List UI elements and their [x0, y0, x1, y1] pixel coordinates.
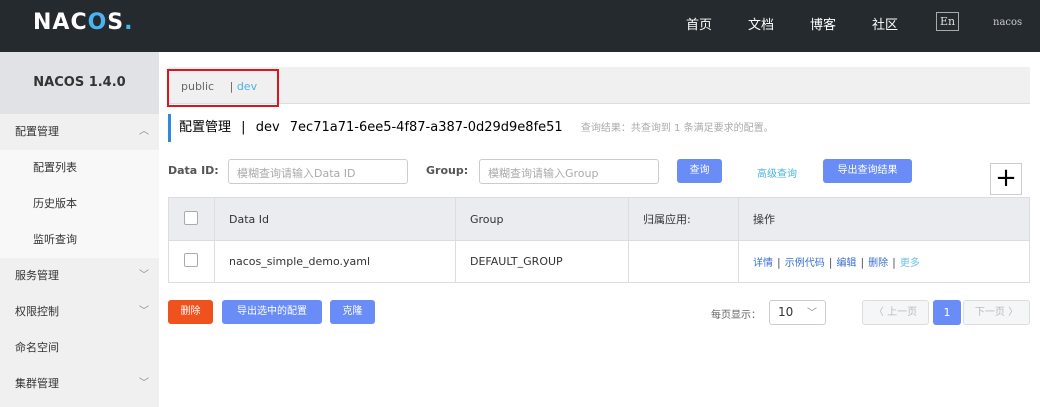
chevron-down-icon: ﹀: [139, 270, 149, 281]
sidebar-item-label: 集群管理: [15, 377, 59, 390]
sidebar-item-listener-query[interactable]: 监听查询: [0, 222, 159, 258]
sidebar-item-label: 配置管理: [15, 125, 59, 138]
highlight-box: [167, 69, 279, 107]
header-data-id: Data Id: [214, 197, 456, 241]
language-toggle[interactable]: En: [936, 12, 960, 31]
sidebar-item-service-management[interactable]: 服务管理 ﹀: [0, 258, 159, 294]
chevron-down-icon: ﹀: [807, 308, 817, 319]
sidebar-item-label: 服务管理: [15, 269, 59, 282]
sidebar-item-namespace[interactable]: 命名空间: [0, 330, 159, 366]
nacos-logo[interactable]: NACOS.: [33, 10, 134, 35]
per-page-select[interactable]: 10 ﹀: [769, 300, 826, 325]
delete-link[interactable]: 删除: [868, 258, 888, 269]
version-label: NACOS 1.4.0: [0, 52, 159, 114]
chevron-up-icon: ︿: [139, 126, 149, 137]
group-input[interactable]: 模糊查询请输入Group: [479, 159, 659, 184]
sidebar-item-label: 命名空间: [15, 341, 59, 354]
header-app: 归属应用:: [628, 197, 739, 241]
clone-button[interactable]: 克隆: [330, 300, 375, 324]
edit-link[interactable]: 编辑: [836, 258, 856, 269]
select-all-checkbox[interactable]: [184, 210, 198, 225]
next-page-button[interactable]: 下一页 〉: [963, 300, 1030, 325]
add-config-button[interactable]: +: [990, 163, 1022, 195]
per-page-label: 每页显示：: [711, 310, 761, 321]
sidebar-item-cluster-management[interactable]: 集群管理 ﹀: [0, 366, 159, 402]
title-namespace: dev: [255, 120, 280, 135]
chevron-down-icon: ﹀: [139, 306, 149, 317]
nav-community[interactable]: 社区: [872, 14, 898, 33]
details-link[interactable]: 详情: [753, 258, 773, 269]
nav-home[interactable]: 首页: [686, 14, 712, 33]
delete-button[interactable]: 删除: [168, 300, 213, 324]
main-content: public | dev 配置管理 | dev 7ec71a71-6ee5-4f…: [167, 67, 1030, 325]
page-1-button[interactable]: 1: [933, 300, 961, 325]
per-page-value: 10: [778, 305, 794, 319]
page-title: 配置管理 | dev 7ec71a71-6ee5-4f87-a387-0d29d…: [168, 114, 774, 142]
export-selected-button[interactable]: 导出选中的配置: [222, 300, 322, 324]
export-results-button[interactable]: 导出查询结果: [823, 159, 912, 183]
row-checkbox[interactable]: [184, 253, 198, 267]
prev-page-button[interactable]: 〈 上一页: [862, 300, 929, 325]
sidebar-item-label: 权限控制: [15, 305, 59, 318]
sidebar-item-history[interactable]: 历史版本: [0, 186, 159, 222]
row-select-cell: [168, 240, 215, 283]
cell-app: [628, 240, 739, 283]
namespace-bar: public | dev: [168, 67, 1030, 104]
cell-data-id: nacos_simple_demo.yaml: [214, 240, 456, 283]
nav-blog[interactable]: 博客: [810, 14, 836, 33]
table-header-row: Data Id Group 归属应用: 操作: [168, 197, 1030, 241]
sidebar: NACOS 1.4.0 配置管理 ︿ 配置列表 历史版本 监听查询 服务管理 ﹀ 权…: [0, 52, 159, 407]
top-nav-bar: NACOS. 首页 文档 博客 社区 En nacos: [0, 0, 1040, 52]
title-separator: |: [241, 120, 246, 135]
group-label: Group:: [426, 164, 469, 177]
sidebar-item-label: 配置列表: [33, 161, 77, 174]
user-menu[interactable]: nacos: [993, 17, 1022, 28]
title-text: 配置管理: [179, 120, 232, 135]
more-link[interactable]: 更多: [900, 258, 920, 269]
dataid-input[interactable]: 模糊查询请输入Data ID: [228, 159, 408, 184]
cell-operations: 详情 | 示例代码 | 编辑 | 删除 | 更多: [738, 240, 1030, 283]
sidebar-item-config-management[interactable]: 配置管理 ︿: [0, 114, 159, 150]
config-table: Data Id Group 归属应用: 操作 nacos_simple_demo…: [168, 197, 1030, 283]
sample-code-link[interactable]: 示例代码: [785, 258, 825, 269]
select-all-cell: [168, 197, 215, 241]
sidebar-item-label: 历史版本: [33, 197, 77, 210]
title-namespace-id: 7ec71a71-6ee5-4f87-a387-0d29d9e8fe51: [289, 120, 563, 135]
sidebar-item-label: 监听查询: [33, 233, 77, 246]
table-row: nacos_simple_demo.yaml DEFAULT_GROUP 详情 |…: [168, 240, 1030, 283]
query-result-text: 查询结果：共查询到 1 条满足要求的配置。: [580, 123, 774, 134]
sidebar-item-access-control[interactable]: 权限控制 ﹀: [0, 294, 159, 330]
nav-docs[interactable]: 文档: [748, 14, 774, 33]
header-group: Group: [455, 197, 629, 241]
advanced-search-link[interactable]: 高级查询: [757, 165, 797, 180]
sidebar-item-config-list[interactable]: 配置列表: [0, 150, 159, 186]
search-button[interactable]: 查询: [677, 159, 722, 183]
chevron-down-icon: ﹀: [139, 378, 149, 389]
cell-group: DEFAULT_GROUP: [455, 240, 629, 283]
header-operations: 操作: [738, 197, 1030, 241]
dataid-label: Data ID:: [168, 164, 219, 177]
